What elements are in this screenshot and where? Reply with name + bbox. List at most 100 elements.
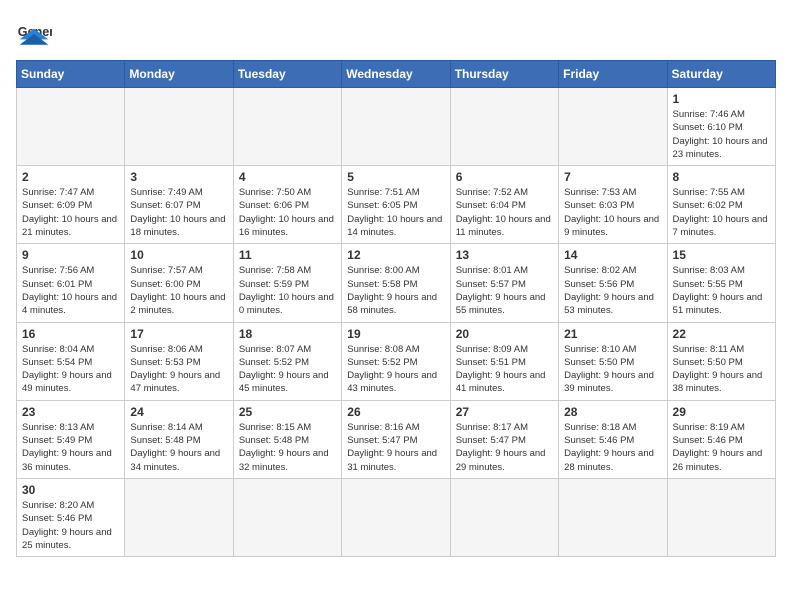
- day-number: 18: [239, 327, 336, 341]
- day-cell-23: 23Sunrise: 8:13 AM Sunset: 5:49 PM Dayli…: [17, 400, 125, 478]
- weekday-header-friday: Friday: [559, 61, 667, 88]
- calendar-row: 16 Sunrise: 8:04 AM Sunset: 5:54 PM Dayli…: [17, 322, 776, 400]
- weekday-header-saturday: Saturday: [667, 61, 775, 88]
- empty-day: [559, 88, 667, 166]
- calendar-row: 9Sunrise: 7:56 AM Sunset: 6:01 PM Daylig…: [17, 244, 776, 322]
- day-cell-22: 22 Sunrise: 8:11 AM Sunset: 5:50 PM Dayli…: [667, 322, 775, 400]
- day-number: 15: [673, 248, 770, 262]
- day-number: 11: [239, 248, 336, 262]
- day-number: 30: [22, 483, 119, 497]
- day-info: Sunrise: 7:53 AM Sunset: 6:03 PM Dayligh…: [564, 186, 661, 239]
- day-info: Sunrise: 8:10 AM Sunset: 5:50 PM Dayligh…: [564, 343, 661, 396]
- day-number: 17: [130, 327, 227, 341]
- day-cell-27: 27Sunrise: 8:17 AM Sunset: 5:47 PM Dayli…: [450, 400, 558, 478]
- day-number: 2: [22, 170, 119, 184]
- day-cell-19: 19 Sunrise: 8:08 AM Sunset: 5:52 PM Dayli…: [342, 322, 450, 400]
- day-cell-8: 8 Sunrise: 7:55 AM Sunset: 6:02 PM Daylig…: [667, 166, 775, 244]
- day-number: 6: [456, 170, 553, 184]
- day-cell-4: 4Sunrise: 7:50 AM Sunset: 6:06 PM Daylig…: [233, 166, 341, 244]
- empty-day: [559, 478, 667, 556]
- day-info: Sunrise: 8:03 AM Sunset: 5:55 PM Dayligh…: [673, 264, 770, 317]
- day-info: Sunrise: 8:09 AM Sunset: 5:51 PM Dayligh…: [456, 343, 553, 396]
- calendar-table: SundayMondayTuesdayWednesdayThursdayFrid…: [16, 60, 776, 557]
- day-number: 16: [22, 327, 119, 341]
- day-info: Sunrise: 8:18 AM Sunset: 5:46 PM Dayligh…: [564, 421, 661, 474]
- day-cell-11: 11 Sunrise: 7:58 AM Sunset: 5:59 PM Dayli…: [233, 244, 341, 322]
- empty-day: [17, 88, 125, 166]
- empty-day: [233, 88, 341, 166]
- day-info: Sunrise: 8:20 AM Sunset: 5:46 PM Dayligh…: [22, 499, 119, 552]
- day-info: Sunrise: 7:49 AM Sunset: 6:07 PM Dayligh…: [130, 186, 227, 239]
- day-info: Sunrise: 8:02 AM Sunset: 5:56 PM Dayligh…: [564, 264, 661, 317]
- day-cell-29: 29Sunrise: 8:19 AM Sunset: 5:46 PM Dayli…: [667, 400, 775, 478]
- weekday-header-tuesday: Tuesday: [233, 61, 341, 88]
- day-number: 14: [564, 248, 661, 262]
- day-cell-1: 1Sunrise: 7:46 AM Sunset: 6:10 PM Daylig…: [667, 88, 775, 166]
- day-number: 10: [130, 248, 227, 262]
- day-number: 8: [673, 170, 770, 184]
- day-cell-15: 15 Sunrise: 8:03 AM Sunset: 5:55 PM Dayli…: [667, 244, 775, 322]
- day-cell-3: 3 Sunrise: 7:49 AM Sunset: 6:07 PM Daylig…: [125, 166, 233, 244]
- calendar-row: 1Sunrise: 7:46 AM Sunset: 6:10 PM Daylig…: [17, 88, 776, 166]
- day-cell-17: 17 Sunrise: 8:06 AM Sunset: 5:53 PM Dayli…: [125, 322, 233, 400]
- day-info: Sunrise: 7:51 AM Sunset: 6:05 PM Dayligh…: [347, 186, 444, 239]
- day-info: Sunrise: 7:55 AM Sunset: 6:02 PM Dayligh…: [673, 186, 770, 239]
- day-info: Sunrise: 7:46 AM Sunset: 6:10 PM Dayligh…: [673, 108, 770, 161]
- day-number: 29: [673, 405, 770, 419]
- day-number: 27: [456, 405, 553, 419]
- empty-day: [233, 478, 341, 556]
- logo-icon: General: [16, 16, 52, 52]
- day-info: Sunrise: 8:11 AM Sunset: 5:50 PM Dayligh…: [673, 343, 770, 396]
- day-cell-21: 21 Sunrise: 8:10 AM Sunset: 5:50 PM Dayli…: [559, 322, 667, 400]
- day-cell-25: 25 Sunrise: 8:15 AM Sunset: 5:48 PM Dayli…: [233, 400, 341, 478]
- day-info: Sunrise: 8:06 AM Sunset: 5:53 PM Dayligh…: [130, 343, 227, 396]
- day-cell-30: 30 Sunrise: 8:20 AM Sunset: 5:46 PM Dayli…: [17, 478, 125, 556]
- day-info: Sunrise: 7:57 AM Sunset: 6:00 PM Dayligh…: [130, 264, 227, 317]
- day-info: Sunrise: 8:01 AM Sunset: 5:57 PM Dayligh…: [456, 264, 553, 317]
- calendar-row: 23Sunrise: 8:13 AM Sunset: 5:49 PM Dayli…: [17, 400, 776, 478]
- day-number: 19: [347, 327, 444, 341]
- day-info: Sunrise: 7:52 AM Sunset: 6:04 PM Dayligh…: [456, 186, 553, 239]
- weekday-header-wednesday: Wednesday: [342, 61, 450, 88]
- day-info: Sunrise: 8:00 AM Sunset: 5:58 PM Dayligh…: [347, 264, 444, 317]
- day-number: 21: [564, 327, 661, 341]
- day-cell-7: 7 Sunrise: 7:53 AM Sunset: 6:03 PM Daylig…: [559, 166, 667, 244]
- empty-day: [342, 478, 450, 556]
- empty-day: [450, 478, 558, 556]
- day-number: 3: [130, 170, 227, 184]
- day-cell-16: 16 Sunrise: 8:04 AM Sunset: 5:54 PM Dayli…: [17, 322, 125, 400]
- page-header: General: [16, 16, 776, 52]
- empty-day: [667, 478, 775, 556]
- day-cell-9: 9Sunrise: 7:56 AM Sunset: 6:01 PM Daylig…: [17, 244, 125, 322]
- logo: General: [16, 16, 56, 52]
- day-cell-28: 28Sunrise: 8:18 AM Sunset: 5:46 PM Dayli…: [559, 400, 667, 478]
- empty-day: [125, 478, 233, 556]
- day-cell-14: 14 Sunrise: 8:02 AM Sunset: 5:56 PM Dayli…: [559, 244, 667, 322]
- day-info: Sunrise: 7:58 AM Sunset: 5:59 PM Dayligh…: [239, 264, 336, 317]
- day-info: Sunrise: 8:08 AM Sunset: 5:52 PM Dayligh…: [347, 343, 444, 396]
- day-info: Sunrise: 8:14 AM Sunset: 5:48 PM Dayligh…: [130, 421, 227, 474]
- day-number: 12: [347, 248, 444, 262]
- day-info: Sunrise: 7:47 AM Sunset: 6:09 PM Dayligh…: [22, 186, 119, 239]
- day-info: Sunrise: 8:04 AM Sunset: 5:54 PM Dayligh…: [22, 343, 119, 396]
- day-number: 25: [239, 405, 336, 419]
- weekday-header-row: SundayMondayTuesdayWednesdayThursdayFrid…: [17, 61, 776, 88]
- day-info: Sunrise: 8:16 AM Sunset: 5:47 PM Dayligh…: [347, 421, 444, 474]
- weekday-header-sunday: Sunday: [17, 61, 125, 88]
- day-number: 26: [347, 405, 444, 419]
- day-number: 9: [22, 248, 119, 262]
- day-info: Sunrise: 7:50 AM Sunset: 6:06 PM Dayligh…: [239, 186, 336, 239]
- day-number: 7: [564, 170, 661, 184]
- day-info: Sunrise: 8:13 AM Sunset: 5:49 PM Dayligh…: [22, 421, 119, 474]
- empty-day: [450, 88, 558, 166]
- day-cell-24: 24 Sunrise: 8:14 AM Sunset: 5:48 PM Dayli…: [125, 400, 233, 478]
- day-number: 13: [456, 248, 553, 262]
- day-cell-5: 5Sunrise: 7:51 AM Sunset: 6:05 PM Daylig…: [342, 166, 450, 244]
- day-cell-18: 18Sunrise: 8:07 AM Sunset: 5:52 PM Dayli…: [233, 322, 341, 400]
- day-number: 22: [673, 327, 770, 341]
- day-cell-20: 20Sunrise: 8:09 AM Sunset: 5:51 PM Dayli…: [450, 322, 558, 400]
- day-cell-12: 12 Sunrise: 8:00 AM Sunset: 5:58 PM Dayli…: [342, 244, 450, 322]
- day-number: 24: [130, 405, 227, 419]
- day-cell-13: 13 Sunrise: 8:01 AM Sunset: 5:57 PM Dayli…: [450, 244, 558, 322]
- day-info: Sunrise: 8:15 AM Sunset: 5:48 PM Dayligh…: [239, 421, 336, 474]
